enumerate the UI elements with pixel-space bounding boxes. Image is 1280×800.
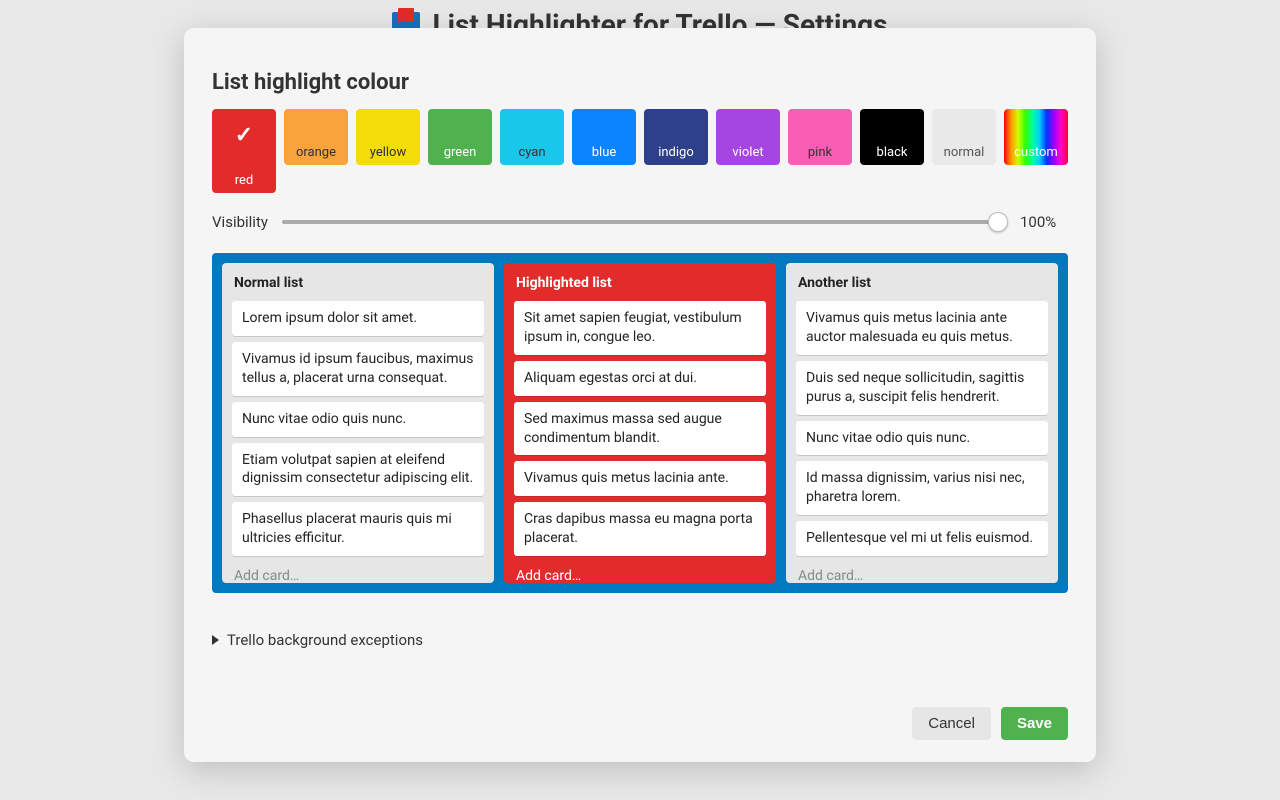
visibility-row: Visibility 100% [212,213,1068,231]
preview-card: Vivamus quis metus lacinia ante auctor m… [796,301,1048,355]
color-swatch-blue[interactable]: blue [572,109,636,165]
preview-card: Aliquam egestas orci at dui. [514,361,766,396]
swatch-label: blue [592,145,617,160]
swatch-label: green [444,145,477,160]
swatch-label: indigo [658,145,694,160]
preview-card: Duis sed neque sollicitudin, sagittis pu… [796,361,1048,415]
preview-card: Nunc vitae odio quis nunc. [232,402,484,437]
color-swatch-custom[interactable]: custom [1004,109,1068,165]
color-swatch-pink[interactable]: pink [788,109,852,165]
preview-list-title: Another list [796,273,1048,295]
color-swatch-yellow[interactable]: yellow [356,109,420,165]
preview-list: Normal list Lorem ipsum dolor sit amet. Vi… [222,263,494,583]
preview-card: Nunc vitae odio quis nunc. [796,421,1048,456]
preview-card: Sit amet sapien feugiat, vestibulum ipsu… [514,301,766,355]
swatch-label: custom [1014,145,1058,160]
color-swatch-orange[interactable]: orange [284,109,348,165]
preview-card: Pellentesque vel mi ut felis euismod. [796,521,1048,556]
swatch-label: pink [808,145,832,160]
color-swatch-violet[interactable]: violet [716,109,780,165]
visibility-value: 100% [1020,213,1068,231]
preview-card: Phasellus placerat mauris quis mi ultric… [232,502,484,556]
swatch-label: red [235,173,254,188]
visibility-slider[interactable] [282,220,1006,224]
color-swatch-normal[interactable]: normal [932,109,996,165]
color-swatch-red[interactable]: ✓ red [212,109,276,193]
preview-list: Another list Vivamus quis metus lacinia a… [786,263,1058,583]
swatch-label: normal [944,145,985,160]
disclosure-triangle-icon [212,635,219,645]
visibility-label: Visibility [212,213,268,231]
add-card-button[interactable]: Add card… [514,562,766,584]
dialog-buttons: Cancel Save [212,707,1068,740]
color-swatch-row: ✓ red orange yellow green cyan blue indigo viole… [212,109,1068,193]
preview-card: Cras dapibus massa eu magna porta placer… [514,502,766,556]
preview-list: Highlighted list Sit amet sapien feugiat,… [504,263,776,583]
color-swatch-indigo[interactable]: indigo [644,109,708,165]
preview-card: Vivamus quis metus lacinia ante. [514,461,766,496]
color-swatch-black[interactable]: black [860,109,924,165]
preview-card: Id massa dignissim, varius nisi nec, pha… [796,461,1048,515]
preview-card: Vivamus id ipsum faucibus, maximus tellu… [232,342,484,396]
swatch-label: violet [732,145,763,160]
swatch-label: cyan [518,145,545,160]
preview-list-title: Highlighted list [514,273,766,295]
preview-card: Etiam volutpat sapien at eleifend dignis… [232,443,484,497]
color-swatch-green[interactable]: green [428,109,492,165]
section-title: List highlight colour [212,70,1068,95]
slider-thumb-icon[interactable] [988,212,1008,232]
check-icon: ✓ [235,123,253,148]
preview-list-title: Normal list [232,273,484,295]
color-swatch-cyan[interactable]: cyan [500,109,564,165]
swatch-label: yellow [370,145,406,160]
cancel-button[interactable]: Cancel [912,707,991,740]
preview-card: Lorem ipsum dolor sit amet. [232,301,484,336]
add-card-button[interactable]: Add card… [796,562,1048,584]
add-card-button[interactable]: Add card… [232,562,484,584]
preview-board: Normal list Lorem ipsum dolor sit amet. Vi… [212,253,1068,593]
preview-card: Sed maximus massa sed augue condimentum … [514,402,766,456]
exceptions-disclosure[interactable]: Trello background exceptions [212,631,1068,649]
save-button[interactable]: Save [1001,707,1068,740]
settings-modal: List highlight colour ✓ red orange yellow gr… [184,28,1096,762]
swatch-label: orange [296,145,336,160]
swatch-label: black [877,145,908,160]
exceptions-label: Trello background exceptions [227,631,423,649]
